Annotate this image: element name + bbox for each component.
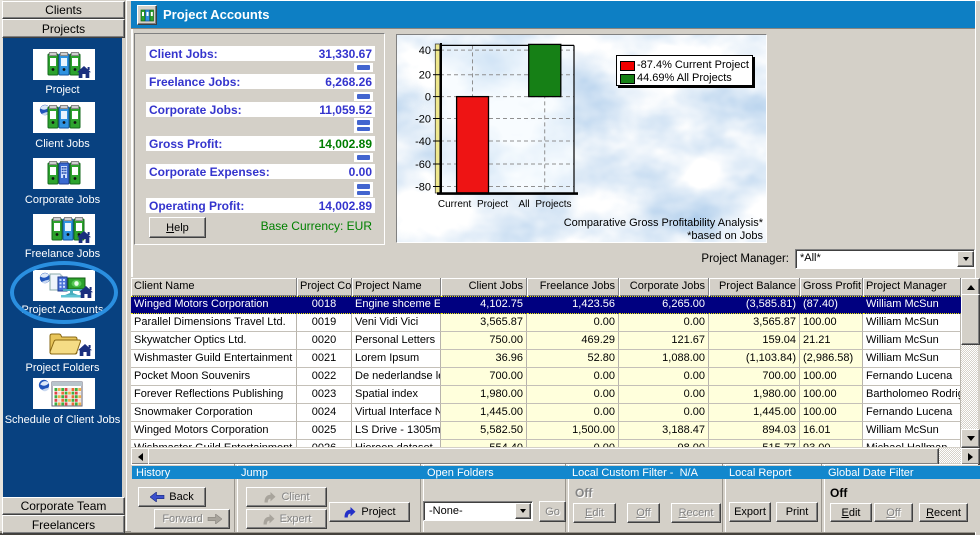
svg-text:Comparative Gross Profitabilit: Comparative Gross Profitability Analysis… — [564, 217, 764, 229]
svg-text:20: 20 — [419, 70, 431, 82]
svg-text:All Projects: All Projects — [518, 199, 571, 210]
svg-text:-40: -40 — [415, 136, 431, 148]
svg-text:-20: -20 — [415, 114, 431, 126]
svg-text:*based on Jobs: *based on Jobs — [687, 230, 763, 242]
svg-text:40: 40 — [419, 45, 431, 57]
svg-text:-80: -80 — [415, 182, 431, 194]
svg-text:0: 0 — [425, 92, 431, 104]
svg-text:Current Project: Current Project — [438, 199, 508, 210]
svg-text:-60: -60 — [415, 159, 431, 171]
